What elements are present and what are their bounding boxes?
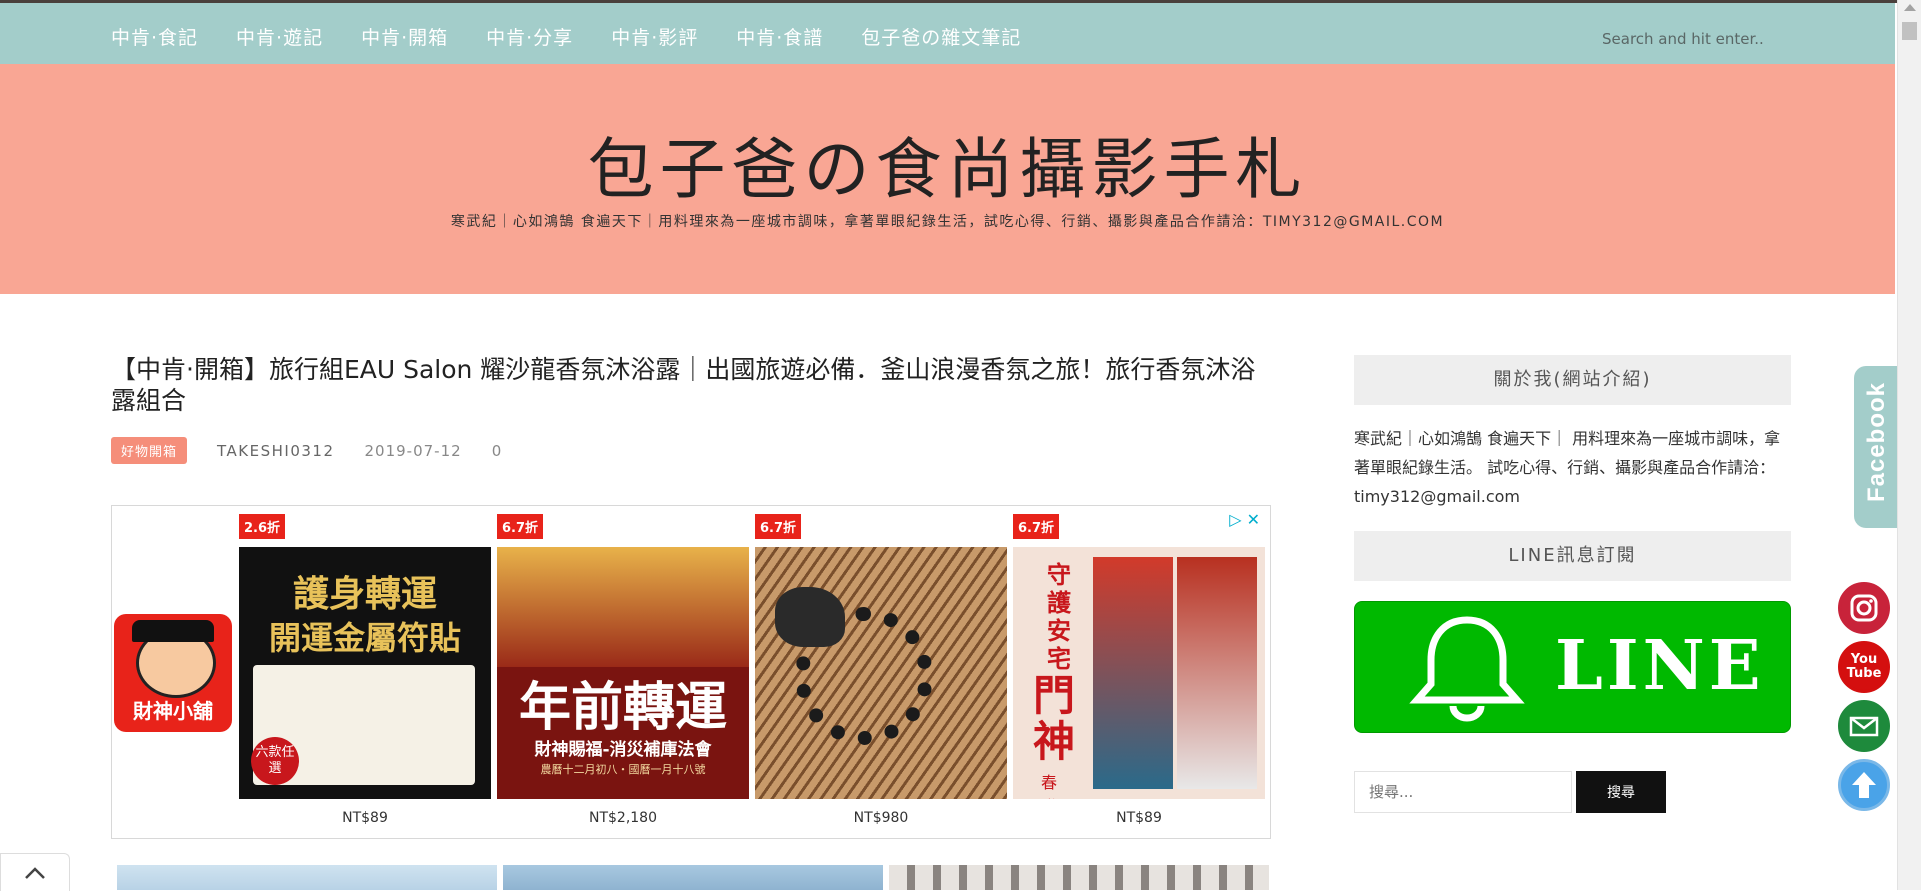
top-navigation: 中肯‧食記 中肯‧遊記 中肯‧開箱 中肯‧分享 中肯‧影評 中肯‧食譜 包子爸の…	[0, 3, 1895, 64]
product-subline: 開運金屬符貼	[268, 619, 461, 657]
post-meta: 好物開箱 TAKESHI0312 2019-07-12 0	[111, 437, 501, 464]
site-header: 包子爸の食尚攝影手札 寒武紀｜心如鴻鵠 食遍天下｜用料理來為一座城市調味，拿著單…	[0, 64, 1895, 294]
sidebar-search-button[interactable]: 搜尋	[1576, 771, 1666, 813]
sidebar-search: 搜尋	[1354, 771, 1791, 813]
ad-banner[interactable]: ▷ ✕ 財神小舖 2.6折 護身轉運 開運金屬符貼 六款任選 NT$89 6.7…	[111, 505, 1271, 839]
ad-logo-text: 財神小舖	[133, 699, 213, 723]
pixiu-charm	[775, 587, 845, 647]
post-author[interactable]: TAKESHI0312	[217, 442, 334, 460]
nav-item-notes[interactable]: 包子爸の雜文筆記	[861, 23, 1021, 50]
chevron-up-icon	[25, 867, 45, 879]
ad-brand-logo[interactable]: 財神小舖	[114, 614, 232, 732]
ad-product-3[interactable]: 6.7折 NT$980	[755, 506, 1007, 840]
ad-product-4[interactable]: 6.7折 守護安宅 門神 春聯 NT$89	[1013, 506, 1265, 840]
youtube-label: You Tube	[1846, 652, 1882, 681]
corner-badge: 六款任選	[251, 737, 299, 785]
related-post-thumb[interactable]	[117, 865, 497, 890]
product-image	[755, 547, 1007, 799]
nav-item-movie[interactable]: 中肯‧影評	[611, 23, 698, 50]
nav-menu: 中肯‧食記 中肯‧遊記 中肯‧開箱 中肯‧分享 中肯‧影評 中肯‧食譜 包子爸の…	[111, 23, 1059, 50]
mascot-hat	[132, 620, 214, 642]
product-date-line: 農曆十二月初八・國曆一月十八號	[540, 763, 706, 776]
product-headline: 年前轉運	[518, 677, 727, 738]
collapse-ad-button[interactable]	[0, 853, 70, 891]
product-headline: 護身轉運	[292, 574, 437, 615]
related-post-thumb[interactable]	[889, 865, 1269, 890]
product-image: 守護安宅 門神 春聯	[1013, 547, 1265, 799]
line-widget-title: LINE訊息訂閱	[1354, 531, 1791, 581]
site-tagline: 寒武紀｜心如鴻鵠 食遍天下｜用料理來為一座城市調味，拿著單眼紀錄生活，試吃心得、…	[450, 214, 1445, 230]
product-image: 護身轉運 開運金屬符貼 六款任選	[239, 547, 491, 799]
nav-item-unboxing[interactable]: 中肯‧開箱	[361, 23, 448, 50]
related-post-thumb[interactable]	[503, 865, 883, 890]
post-title[interactable]: 【中肯‧開箱】旅行組EAU Salon 耀沙龍香氛沐浴露｜出國旅遊必備．釜山浪漫…	[111, 354, 1271, 416]
product-price: NT$89	[1116, 810, 1162, 826]
facebook-tab-label: Facebook	[1863, 382, 1890, 503]
post-date: 2019-07-12	[364, 441, 462, 460]
nav-search-input[interactable]	[1600, 23, 1804, 55]
scroll-up-icon[interactable]	[1904, 4, 1916, 11]
ad-product-1[interactable]: 2.6折 護身轉運 開運金屬符貼 六款任選 NT$89	[239, 506, 491, 840]
door-god-right	[1177, 557, 1257, 789]
product-image: 年前轉運 財神賜福-消災補庫法會 農曆十二月初八・國曆一月十八號	[497, 547, 749, 799]
product-vertical-text: 守護安宅	[1047, 561, 1071, 673]
product-subline: 春聯	[1041, 773, 1058, 799]
scrollbar[interactable]	[1897, 0, 1921, 890]
nav-item-recipe[interactable]: 中肯‧食譜	[736, 23, 823, 50]
door-god-left	[1093, 557, 1173, 789]
product-headline: 門神	[1033, 671, 1076, 766]
category-badge[interactable]: 好物開箱	[111, 437, 188, 464]
site-title[interactable]: 包子爸の食尚攝影手札	[0, 116, 1895, 212]
scrollbar-thumb[interactable]	[1902, 22, 1917, 40]
nav-item-food[interactable]: 中肯‧食記	[111, 23, 198, 50]
about-widget-title: 關於我(網站介紹)	[1354, 355, 1791, 405]
youtube-icon[interactable]: You Tube	[1838, 641, 1890, 693]
instagram-glyph	[1850, 594, 1878, 622]
product-subline: 財神賜福-消災補庫法會	[534, 740, 712, 760]
line-subscribe-banner[interactable]: LINE	[1354, 601, 1791, 733]
ad-product-2[interactable]: 6.7折 年前轉運 財神賜福-消災補庫法會 農曆十二月初八・國曆一月十八號 NT…	[497, 506, 749, 840]
instagram-icon[interactable]	[1838, 582, 1890, 634]
email-icon[interactable]	[1838, 700, 1890, 752]
line-banner-text: LINE	[1555, 626, 1765, 706]
temple-scene	[497, 547, 749, 667]
bell-icon	[1409, 616, 1525, 722]
product-price: NT$2,180	[588, 810, 657, 826]
discount-badge: 6.7折	[755, 514, 802, 539]
about-text: 寒武紀｜心如鴻鵠 食遍天下｜ 用料理來為一座城市調味，拿著單眼紀錄生活。 試吃心…	[1354, 429, 1781, 506]
facebook-tab[interactable]: Facebook	[1854, 366, 1900, 528]
nav-item-share[interactable]: 中肯‧分享	[486, 23, 573, 50]
discount-badge: 6.7折	[1013, 514, 1060, 539]
product-price: NT$980	[853, 810, 909, 826]
sidebar-search-input[interactable]	[1354, 771, 1572, 813]
arrow-up-glyph	[1852, 772, 1876, 798]
discount-badge: 6.7折	[497, 514, 544, 539]
back-to-top-icon[interactable]	[1838, 759, 1890, 811]
product-price: NT$89	[342, 810, 388, 826]
sidebar: 關於我(網站介紹) 寒武紀｜心如鴻鵠 食遍天下｜ 用料理來為一座城市調味，拿著單…	[1354, 355, 1791, 813]
envelope-glyph	[1849, 716, 1879, 737]
nav-item-travel[interactable]: 中肯‧遊記	[236, 23, 323, 50]
discount-badge: 2.6折	[239, 514, 286, 539]
comment-count[interactable]: 0	[492, 442, 502, 460]
